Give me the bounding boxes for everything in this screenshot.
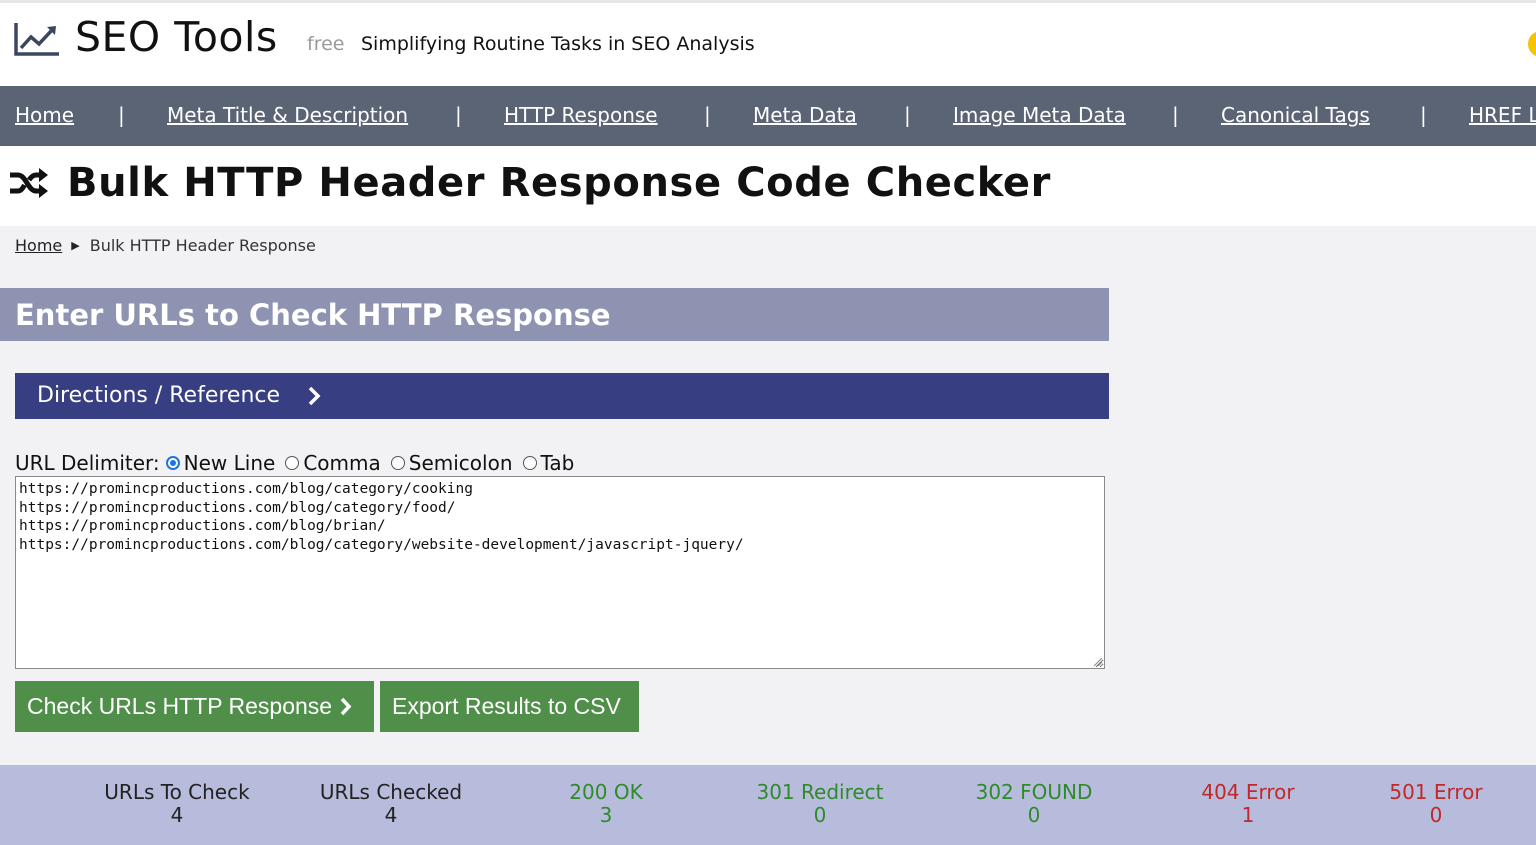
radio-tab[interactable] [522,456,537,470]
section-title: Enter URLs to Check HTTP Response [15,298,611,332]
shuffle-icon [10,168,48,198]
nav-separator: | [1420,103,1427,127]
stat-value: 0 [1429,803,1443,827]
stat-302-found: 302 FOUND 0 [934,781,1134,827]
stat-label: 301 Redirect [756,780,884,804]
nav-separator: | [704,103,711,127]
stat-label: 501 Error [1389,780,1483,804]
export-csv-button[interactable]: Export Results to CSV [380,681,639,732]
stat-urls-checked: URLs Checked 4 [291,781,491,827]
export-csv-button-label: Export Results to CSV [392,693,621,719]
nav-separator: | [904,103,911,127]
free-tag: free [307,33,345,55]
nav-item-home[interactable]: Home [15,103,74,127]
nav-separator: | [118,103,125,127]
breadcrumb-current: Bulk HTTP Header Response [89,236,316,255]
stat-301-redirect: 301 Redirect 0 [720,781,920,827]
site-logo-text[interactable]: SEO Tools [75,13,278,61]
delimiter-options: URL Delimiter: New Line Comma Semicolon … [15,451,578,475]
site-tagline: Simplifying Routine Tasks in SEO Analysi… [361,33,755,55]
stat-urls-to-check: URLs To Check 4 [77,781,277,827]
section-header: Enter URLs to Check HTTP Response [0,288,1109,341]
stat-label: 404 Error [1201,780,1295,804]
radio-label-tab[interactable]: Tab [541,451,575,475]
main-nav: Home | Meta Title & Description | HTTP R… [0,86,1536,146]
stat-value: 4 [170,803,184,827]
page-title: Bulk HTTP Header Response Code Checker [67,160,1051,206]
stat-200-ok: 200 OK 3 [506,781,706,827]
radio-label-new-line[interactable]: New Line [184,451,276,475]
check-urls-button[interactable]: Check URLs HTTP Response [15,681,374,732]
nav-item-image-meta-data[interactable]: Image Meta Data [953,103,1126,127]
chevron-right-icon [340,697,352,716]
directions-toggle[interactable]: Directions / Reference [15,373,1109,419]
chart-line-icon [14,23,59,56]
radio-new-line[interactable] [165,456,180,470]
stat-label: URLs To Check [104,780,250,804]
stat-value: 0 [1027,803,1041,827]
stat-label: URLs Checked [319,780,463,804]
breadcrumb-home-link[interactable]: Home [15,236,62,255]
delimiter-label: URL Delimiter: [15,451,160,475]
nav-separator: | [455,103,462,127]
stat-value: 1 [1241,803,1255,827]
directions-label: Directions / Reference [37,383,281,408]
breadcrumb: Home ▶ Bulk HTTP Header Response [15,236,316,255]
nav-item-http-response[interactable]: HTTP Response [504,103,658,127]
results-summary: URLs To Check 4 URLs Checked 4 200 OK 3 … [0,765,1536,845]
page-title-bar: Bulk HTTP Header Response Code Checker [0,146,1536,226]
resize-grip-icon[interactable] [1092,656,1103,667]
radio-comma[interactable] [285,456,300,470]
stat-value: 3 [599,803,613,827]
stat-501-error: 501 Error 0 [1336,781,1536,827]
radio-label-comma[interactable]: Comma [303,451,380,475]
caret-right-icon: ▶ [71,239,80,252]
radio-semicolon[interactable] [390,456,405,470]
stat-label: 200 OK [569,780,643,804]
nav-item-meta-data[interactable]: Meta Data [753,103,857,127]
radio-label-semicolon[interactable]: Semicolon [409,451,513,475]
nav-item-href-lang[interactable]: HREF L [1469,103,1536,127]
site-header: SEO Tools free Simplifying Routine Tasks… [0,3,1536,86]
check-urls-button-label: Check URLs HTTP Response [27,693,333,719]
stat-value: 0 [813,803,827,827]
nav-separator: | [1172,103,1179,127]
stat-value: 4 [384,803,398,827]
stat-label: 302 FOUND [975,780,1093,804]
nav-item-canonical-tags[interactable]: Canonical Tags [1221,103,1370,127]
stat-404-error: 404 Error 1 [1148,781,1348,827]
chevron-right-icon [308,386,321,406]
url-input-textarea[interactable]: https://promincproductions.com/blog/cate… [15,476,1105,669]
nav-item-meta-title[interactable]: Meta Title & Description [167,103,408,127]
user-avatar[interactable] [1528,31,1536,57]
